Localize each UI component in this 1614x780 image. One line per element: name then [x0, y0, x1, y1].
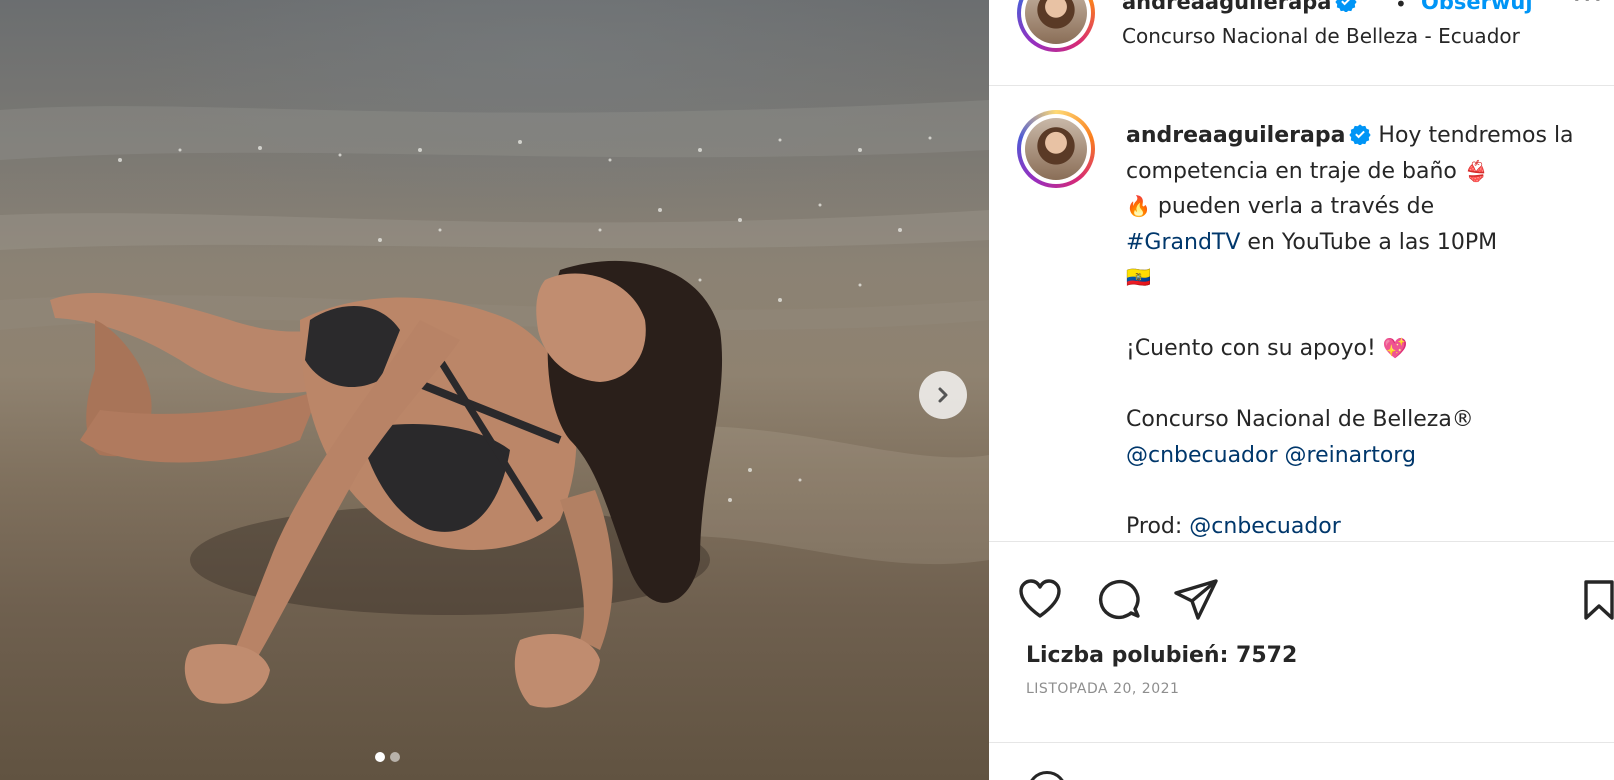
likes-count[interactable]: Liczba polubień: 7572: [1026, 643, 1297, 668]
post-location[interactable]: Concurso Nacional de Belleza - Ecuador: [1122, 24, 1559, 48]
swimsuit-emoji-icon: 👙: [1463, 158, 1489, 183]
hashtag-link[interactable]: #GrandTV: [1126, 230, 1240, 255]
caption-line-2: pueden verla a través de: [1157, 194, 1435, 219]
caption-username[interactable]: andreaaguilerapa: [1126, 123, 1345, 148]
follow-button[interactable]: Obserwuj: [1421, 0, 1533, 14]
comment-icon[interactable]: [1095, 576, 1143, 624]
header-separator: •: [1395, 0, 1407, 16]
mention-link[interactable]: @cnbecuador: [1126, 443, 1278, 468]
ecuador-flag-emoji-icon: 🇪🇨: [1126, 265, 1151, 289]
post-header: andreaaguilerapa • Obserwuj ··· Concurso…: [989, 0, 1614, 86]
fire-emoji-icon: 🔥: [1126, 194, 1151, 218]
emoji-picker-icon[interactable]: [1027, 771, 1067, 780]
verified-badge-icon: [1335, 0, 1358, 12]
mention-link[interactable]: @reinartorg: [1285, 443, 1416, 468]
share-icon[interactable]: [1172, 576, 1220, 624]
verified-badge-icon: [1349, 124, 1372, 145]
header-username[interactable]: andreaaguilerapa: [1122, 0, 1358, 14]
caption-support: ¡Cuento con su apoyo!: [1126, 336, 1376, 361]
more-options-icon[interactable]: ···: [1572, 0, 1604, 17]
post-media[interactable]: [0, 0, 989, 780]
avatar[interactable]: [1017, 110, 1095, 188]
caption-section: andreaaguilerapa Hoy tendremos la compet…: [989, 86, 1614, 542]
carousel-indicator: [375, 752, 400, 762]
avatar[interactable]: [1017, 0, 1095, 52]
mention-link[interactable]: @cnbecuador: [1189, 514, 1341, 539]
chevron-right-icon: [938, 387, 948, 403]
model-figure: [50, 260, 723, 708]
post-date[interactable]: LISTOPADA 20, 2021: [1026, 681, 1179, 697]
heart-emoji-icon: 💖: [1382, 336, 1408, 360]
post-actions: Liczba polubień: 7572 LISTOPADA 20, 2021: [989, 542, 1614, 780]
heart-icon[interactable]: [1016, 576, 1064, 624]
bookmark-icon[interactable]: [1582, 576, 1614, 624]
caption-prod-label: Prod:: [1126, 513, 1183, 539]
caption-line-3: en YouTube a las 10PM: [1247, 229, 1498, 255]
add-comment-row: [989, 742, 1614, 780]
carousel-dot-2: [390, 752, 400, 762]
next-photo-button[interactable]: [919, 371, 967, 419]
post-side-panel: andreaaguilerapa • Obserwuj ··· Concurso…: [989, 0, 1614, 780]
caption-text: andreaaguilerapa Hoy tendremos la compet…: [1126, 118, 1598, 541]
caption-org: Concurso Nacional de Belleza®: [1126, 407, 1474, 432]
carousel-dot-1: [375, 752, 385, 762]
